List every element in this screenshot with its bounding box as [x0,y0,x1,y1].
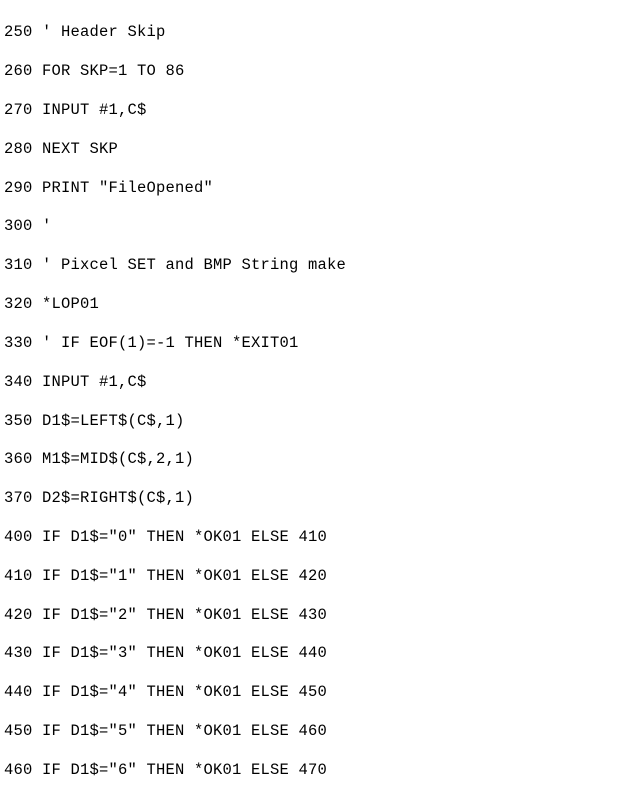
code-line: 290 PRINT "FileOpened" [4,179,636,198]
code-line: 460 IF D1$="6" THEN *OK01 ELSE 470 [4,761,636,780]
code-line: 370 D2$=RIGHT$(C$,1) [4,489,636,508]
code-line: 280 NEXT SKP [4,140,636,159]
code-line: 300 ' [4,217,636,236]
code-line: 310 ' Pixcel SET and BMP String make [4,256,636,275]
code-line: 270 INPUT #1,C$ [4,101,636,120]
code-line: 350 D1$=LEFT$(C$,1) [4,412,636,431]
code-line: 340 INPUT #1,C$ [4,373,636,392]
code-listing: 250 ' Header Skip 260 FOR SKP=1 TO 86 27… [0,0,640,800]
code-line: 330 ' IF EOF(1)=-1 THEN *EXIT01 [4,334,636,353]
code-line: 400 IF D1$="0" THEN *OK01 ELSE 410 [4,528,636,547]
code-line: 410 IF D1$="1" THEN *OK01 ELSE 420 [4,567,636,586]
code-line: 360 M1$=MID$(C$,2,1) [4,450,636,469]
code-line: 450 IF D1$="5" THEN *OK01 ELSE 460 [4,722,636,741]
code-line: 250 ' Header Skip [4,23,636,42]
code-line: 440 IF D1$="4" THEN *OK01 ELSE 450 [4,683,636,702]
code-line: 320 *LOP01 [4,295,636,314]
code-line: 260 FOR SKP=1 TO 86 [4,62,636,81]
code-line: 420 IF D1$="2" THEN *OK01 ELSE 430 [4,606,636,625]
code-line: 430 IF D1$="3" THEN *OK01 ELSE 440 [4,644,636,663]
